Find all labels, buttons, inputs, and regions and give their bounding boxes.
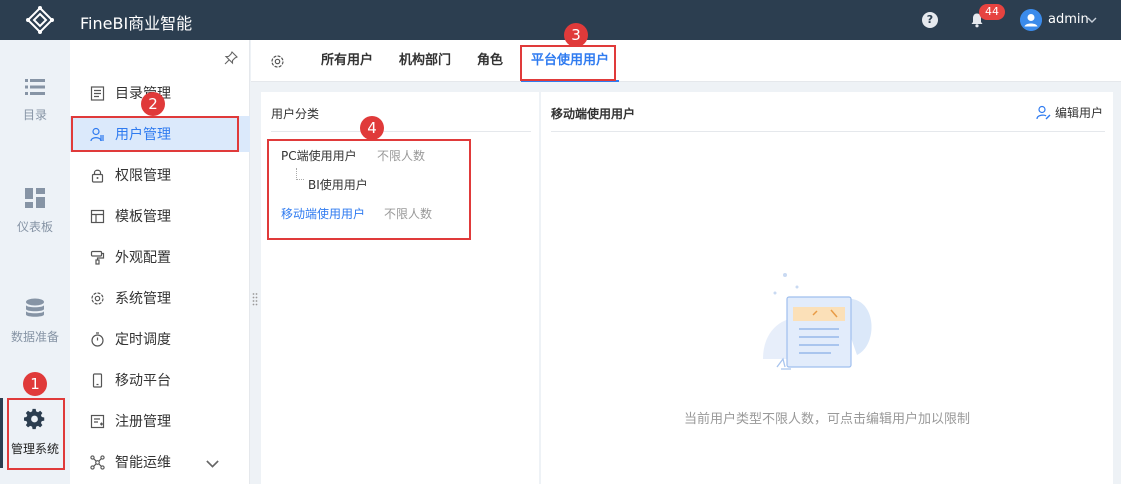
- notification-badge[interactable]: 44: [979, 4, 1005, 20]
- tab-all-users[interactable]: 所有用户: [311, 40, 383, 82]
- paint-icon: [90, 250, 105, 265]
- divider: [271, 131, 531, 132]
- sidebar-item-registration[interactable]: 注册管理: [70, 403, 250, 439]
- database-icon: [26, 298, 44, 317]
- timer-icon: [91, 331, 104, 347]
- tab-roles[interactable]: 角色: [467, 40, 513, 82]
- annotation-box-4: [267, 139, 471, 240]
- empty-state-illustration: [763, 273, 872, 370]
- finebi-logo: [26, 6, 54, 34]
- user-name[interactable]: admin: [1048, 12, 1089, 27]
- question-icon[interactable]: ?: [922, 12, 938, 28]
- edit-user-icon: [1036, 105, 1051, 120]
- panel-title: 用户分类: [271, 107, 320, 121]
- rail-item-label: 仪表板: [16, 220, 53, 234]
- user-avatar-icon[interactable]: [1020, 9, 1042, 31]
- pin-icon[interactable]: [224, 51, 238, 65]
- register-icon: [90, 414, 105, 428]
- dashboard-icon: [25, 188, 45, 208]
- settings-icon[interactable]: [270, 54, 285, 69]
- sidebar-item-label: 定时调度: [115, 332, 171, 348]
- chevron-down-icon[interactable]: [1086, 14, 1098, 26]
- sidebar-item-appearance-config[interactable]: 外观配置: [70, 239, 250, 275]
- rail-item-dashboard[interactable]: 仪表板: [0, 188, 70, 235]
- sidebar-item-label: 模板管理: [115, 209, 171, 225]
- sidebar-item-scheduling[interactable]: 定时调度: [70, 321, 250, 357]
- annotation-box-2: [71, 116, 239, 152]
- rail-item-data-prep[interactable]: 数据准备: [0, 298, 70, 345]
- sidebar-item-intelligent-ops[interactable]: 智能运维: [70, 444, 250, 480]
- rail-item-label: 目录: [22, 108, 47, 122]
- annotation-marker-1: 1: [23, 372, 47, 396]
- rail-item-catalog[interactable]: 目录: [0, 78, 70, 123]
- list-icon: [25, 79, 45, 95]
- ops-icon: [90, 454, 105, 470]
- divider: [551, 131, 1105, 132]
- sidebar-item-label: 系统管理: [115, 291, 171, 307]
- annotation-marker-3: 3: [564, 23, 588, 47]
- main-content: 所有用户 机构部门 角色 平台使用用户 用户分类 PC端使用用户 不限人数 BI…: [251, 40, 1121, 484]
- sidebar-item-mobile-platform[interactable]: 移动平台: [70, 362, 250, 398]
- edit-users-label: 编辑用户: [1054, 106, 1103, 120]
- tab-departments[interactable]: 机构部门: [389, 40, 461, 82]
- edit-users-button[interactable]: 编辑用户: [1036, 104, 1103, 121]
- rail-item-label: 数据准备: [10, 330, 59, 344]
- sidebar-item-label: 外观配置: [115, 250, 171, 266]
- annotation-box-1: [7, 398, 65, 470]
- catalog-icon: [90, 85, 105, 101]
- lock-icon: [91, 169, 104, 183]
- annotation-marker-4: 4: [360, 116, 384, 140]
- annotation-box-3: [520, 45, 616, 81]
- sidebar-item-permission-management[interactable]: 权限管理: [70, 157, 250, 193]
- panel-title: 移动端使用用户: [551, 107, 636, 121]
- sidebar-item-label: 权限管理: [115, 168, 171, 184]
- annotation-marker-2: 2: [141, 92, 165, 116]
- settings-icon: [91, 291, 104, 305]
- chevron-down-icon[interactable]: [205, 456, 220, 471]
- empty-state-message: 当前用户类型不限人数，可点击编辑用户加以限制: [683, 412, 970, 427]
- tab-bar: 所有用户 机构部门 角色 平台使用用户: [251, 40, 1121, 82]
- template-icon: [90, 209, 105, 223]
- top-bar: FineBI商业智能 ? 44 admin: [0, 0, 1121, 40]
- mobile-users-panel: 移动端使用用户 编辑用户 当前用户类型不限人数，可点击编辑用户加以限制: [541, 92, 1113, 484]
- sidebar-item-label: 注册管理: [115, 414, 171, 430]
- app-title: FineBI商业智能: [80, 14, 193, 33]
- sidebar-item-label: 移动平台: [115, 373, 171, 389]
- sidebar-item-label: 智能运维: [115, 455, 171, 471]
- sidebar-item-template-management[interactable]: 模板管理: [70, 198, 250, 234]
- sidebar-item-system-management[interactable]: 系统管理: [70, 280, 250, 316]
- mobile-icon: [92, 372, 103, 388]
